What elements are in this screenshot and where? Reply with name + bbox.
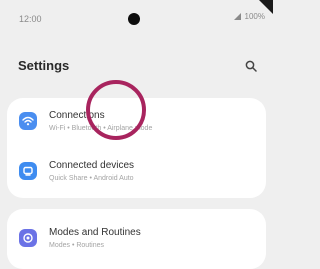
modes-icon [19,229,37,247]
page-title: Settings [18,58,70,73]
settings-screen: 12:00 100% Settings Connections Wi-Fi • … [0,0,273,269]
settings-item-title: Modes and Routines [49,227,141,238]
settings-card-modes: Modes and Routines Modes • Routines [7,209,266,269]
settings-item-subtitle: Modes • Routines [49,242,104,249]
camera-cutout [128,13,140,25]
search-icon [245,60,257,72]
signal-icon [233,13,241,20]
status-bar: 12:00 100% [0,0,273,36]
settings-item-connected-devices[interactable]: Connected devices Quick Share • Android … [7,148,266,196]
corner-mark [259,0,273,14]
settings-item-subtitle: Quick Share • Android Auto [49,175,134,182]
status-time: 12:00 [19,14,42,24]
wifi-icon [19,112,37,130]
settings-item-modes-and-routines[interactable]: Modes and Routines Modes • Routines [7,215,266,263]
devices-icon [19,162,37,180]
touch-indicator [86,80,146,140]
header: Settings [0,48,273,84]
settings-item-title: Connected devices [49,160,135,171]
search-button[interactable] [239,54,263,78]
